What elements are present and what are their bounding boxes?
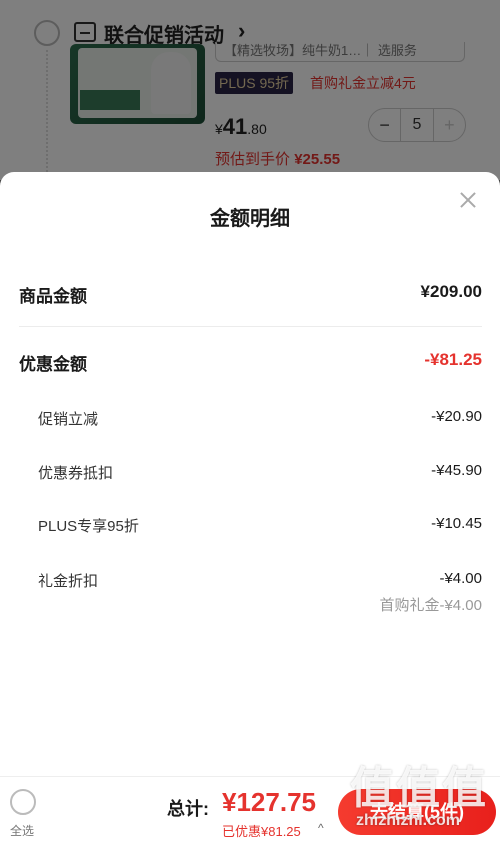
- goods-amount-row: 商品金额 ¥209.00: [0, 282, 500, 312]
- total-label: 总计:: [167, 799, 209, 819]
- discount-item-row: 促销立减 -¥20.90: [0, 408, 500, 438]
- discount-amount-label: 优惠金额: [19, 355, 87, 374]
- select-all-radio[interactable]: [10, 789, 36, 815]
- discount-item-label: PLUS专享95折: [38, 518, 139, 535]
- goods-amount-label: 商品金额: [19, 287, 87, 306]
- discount-amount-value: -¥81.25: [424, 350, 482, 369]
- discount-item-value: -¥20.90: [431, 408, 482, 425]
- discount-item-label: 促销立减: [38, 411, 99, 428]
- watermark-logo: 值值值: [350, 764, 488, 813]
- amount-detail-sheet: 金额明细 商品金额 ¥209.00 优惠金额 -¥81.25 促销立减 -¥20…: [0, 172, 500, 776]
- divider: [19, 326, 482, 327]
- watermark: 值值值 zhizhizhi.com: [340, 752, 500, 837]
- select-all-label[interactable]: 全选: [10, 822, 34, 839]
- total-value: ¥127.75: [222, 787, 316, 817]
- discount-item-value: -¥4.00: [439, 570, 482, 587]
- goods-amount-value: ¥209.00: [420, 282, 482, 301]
- discount-item-row: PLUS专享95折 -¥10.45: [0, 515, 500, 545]
- discount-item-value: -¥45.90: [431, 462, 482, 479]
- chevron-up-icon[interactable]: ^: [318, 821, 324, 835]
- discount-item-label: 礼金折扣: [38, 573, 99, 590]
- close-icon[interactable]: [458, 190, 478, 210]
- discount-item-value: -¥10.45: [431, 515, 482, 532]
- saved-amount[interactable]: 已优惠¥81.25: [222, 821, 301, 840]
- discount-item-row: 优惠券抵扣 -¥45.90: [0, 462, 500, 492]
- sheet-title: 金额明细: [210, 208, 290, 230]
- watermark-url: zhizhizhi.com: [356, 812, 460, 829]
- gift-note: 首购礼金-¥4.00: [379, 597, 482, 614]
- discount-amount-row: 优惠金额 -¥81.25: [0, 350, 500, 380]
- discount-item-label: 优惠券抵扣: [38, 465, 114, 482]
